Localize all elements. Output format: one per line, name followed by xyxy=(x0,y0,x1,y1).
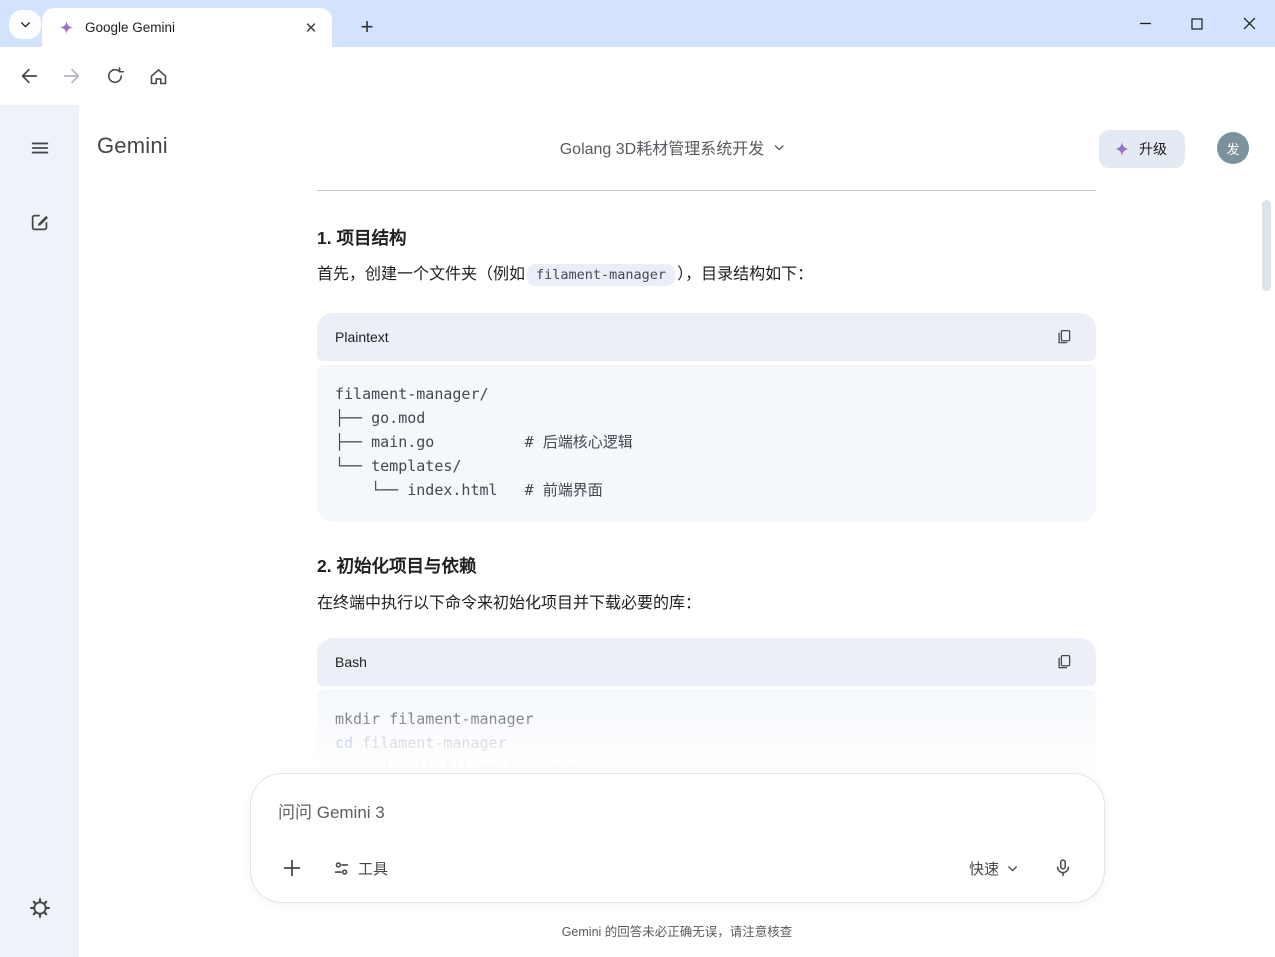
gear-icon xyxy=(30,898,50,918)
settings-button[interactable] xyxy=(24,892,56,924)
disclaimer-text: Gemini 的回答未必正确无误，请注意核查 xyxy=(561,925,793,939)
back-icon xyxy=(21,68,38,84)
add-attachment-button[interactable] xyxy=(278,854,306,882)
model-selector[interactable]: 快速 xyxy=(969,858,1019,879)
prompt-placeholder: 问问 Gemini 3 xyxy=(278,803,385,822)
minimize-button[interactable] xyxy=(1119,0,1171,47)
back-button[interactable] xyxy=(12,59,46,93)
new-chat-icon xyxy=(31,214,48,231)
code-block-plaintext: Plaintext filament-manager/ ├── go.mod ├… xyxy=(317,313,1096,522)
code-language-label: Plaintext xyxy=(335,329,389,345)
copy-code-button[interactable] xyxy=(1048,646,1080,678)
gemini-main: Gemini Golang 3D耗材管理系统开发 升级 发 1. 项目结构 首先… xyxy=(79,105,1275,957)
inline-code: filament-manager xyxy=(527,264,676,286)
browser-window: Google Gemini ✕ + Gemini Golang 3D耗材管理系统… xyxy=(0,0,1275,957)
chat-title-dropdown[interactable]: Golang 3D耗材管理系统开发 xyxy=(560,135,786,159)
chevron-down-icon xyxy=(20,22,30,28)
home-button[interactable] xyxy=(141,59,175,93)
maximize-icon xyxy=(1191,17,1203,30)
tools-label: 工具 xyxy=(358,860,389,878)
close-icon xyxy=(1243,17,1255,30)
browser-toolbar: gemini.google.com/app/f7899ed63b5b702d?h… xyxy=(0,47,1275,144)
window-controls xyxy=(1119,0,1275,47)
home-icon xyxy=(150,68,166,84)
reload-icon xyxy=(107,67,125,84)
tab-strip: Google Gemini ✕ + xyxy=(0,0,1275,47)
section-heading-1: 1. 项目结构 xyxy=(317,228,407,248)
paragraph-2: 在终端中执行以下命令来初始化项目并下载必要的库： xyxy=(317,595,702,612)
chevron-down-icon xyxy=(774,144,784,150)
markdown-divider xyxy=(317,190,1096,191)
menu-button[interactable] xyxy=(24,132,56,164)
copy-icon xyxy=(1058,654,1071,669)
gemini-favicon xyxy=(59,20,74,35)
gemini-app: Gemini Golang 3D耗材管理系统开发 升级 发 1. 项目结构 首先… xyxy=(0,105,1275,957)
code-language-label: Bash xyxy=(335,654,367,670)
paragraph-1: 首先，创建一个文件夹（例如 filament-manager ），目录结构如下： xyxy=(317,263,813,287)
upgrade-button[interactable]: 升级 xyxy=(1099,130,1185,168)
account-avatar[interactable]: 发 xyxy=(1217,132,1249,164)
tools-button[interactable]: 工具 xyxy=(332,858,388,879)
code-block-header: Plaintext xyxy=(317,313,1096,361)
copy-code-button[interactable] xyxy=(1048,321,1080,353)
tab-close-icon[interactable]: ✕ xyxy=(300,17,322,39)
tab-google-gemini[interactable]: Google Gemini ✕ xyxy=(42,8,332,47)
hamburger-icon xyxy=(31,142,49,154)
gemini-logo: Gemini xyxy=(97,133,168,158)
reload-button[interactable] xyxy=(98,59,132,93)
microphone-icon xyxy=(1056,859,1070,877)
minimize-icon xyxy=(1139,22,1151,25)
chevron-down-icon xyxy=(1008,865,1017,871)
prompt-input[interactable]: 问问 Gemini 3 工具 快速 xyxy=(250,773,1105,903)
maximize-button[interactable] xyxy=(1171,0,1223,47)
forward-button[interactable] xyxy=(55,59,89,93)
tools-icon xyxy=(334,861,349,875)
close-window-button[interactable] xyxy=(1223,0,1275,47)
upgrade-label: 升级 xyxy=(1139,141,1167,157)
gemini-header: Gemini Golang 3D耗材管理系统开发 升级 发 xyxy=(79,105,1275,191)
plus-icon xyxy=(283,859,301,877)
copy-icon xyxy=(1058,329,1071,344)
forward-icon xyxy=(63,68,80,84)
gemini-sparkle-icon xyxy=(1114,141,1130,157)
tab-search-button[interactable] xyxy=(9,10,41,39)
composer-toolbar: 工具 快速 xyxy=(278,854,1077,882)
chat-title: Golang 3D耗材管理系统开发 xyxy=(559,141,765,158)
code-content: filament-manager/ ├── go.mod ├── main.go… xyxy=(317,365,1096,522)
model-label: 快速 xyxy=(968,860,999,878)
gemini-sidebar xyxy=(0,105,79,957)
tab-title: Google Gemini xyxy=(85,20,176,35)
section-heading-2: 2. 初始化项目与依赖 xyxy=(317,556,477,576)
new-chat-button[interactable] xyxy=(24,206,56,238)
scrollbar-thumb[interactable] xyxy=(1262,200,1271,291)
microphone-button[interactable] xyxy=(1049,854,1077,882)
new-tab-button[interactable]: + xyxy=(352,12,382,42)
code-block-header: Bash xyxy=(317,638,1096,686)
